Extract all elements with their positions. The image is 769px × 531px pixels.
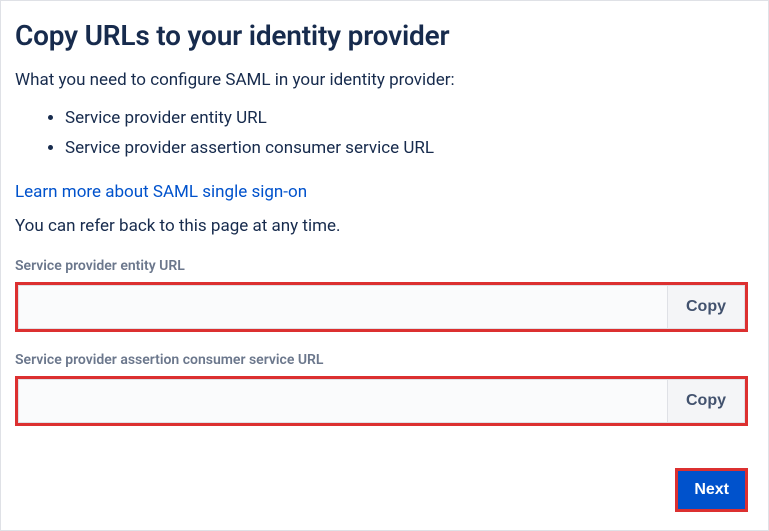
copy-entity-url-button[interactable]: Copy [667,285,745,329]
next-button-highlight: Next [675,468,748,512]
intro-text: What you need to configure SAML in your … [15,70,748,90]
requirements-list: Service provider entity URL Service prov… [15,104,748,164]
entity-url-group: Copy [15,282,748,332]
refer-text: You can refer back to this page at any t… [15,216,748,236]
list-item: Service provider assertion consumer serv… [65,134,748,164]
next-button[interactable]: Next [678,471,745,509]
acs-url-group: Copy [15,376,748,426]
acs-url-label: Service provider assertion consumer serv… [15,352,748,368]
saml-config-panel: Copy URLs to your identity provider What… [0,0,769,531]
learn-more-link[interactable]: Learn more about SAML single sign-on [15,182,307,202]
page-title: Copy URLs to your identity provider [15,19,748,52]
list-item: Service provider entity URL [65,104,748,134]
entity-url-label: Service provider entity URL [15,258,748,274]
copy-acs-url-button[interactable]: Copy [667,379,745,423]
entity-url-input[interactable] [18,285,667,329]
acs-url-input[interactable] [18,379,667,423]
